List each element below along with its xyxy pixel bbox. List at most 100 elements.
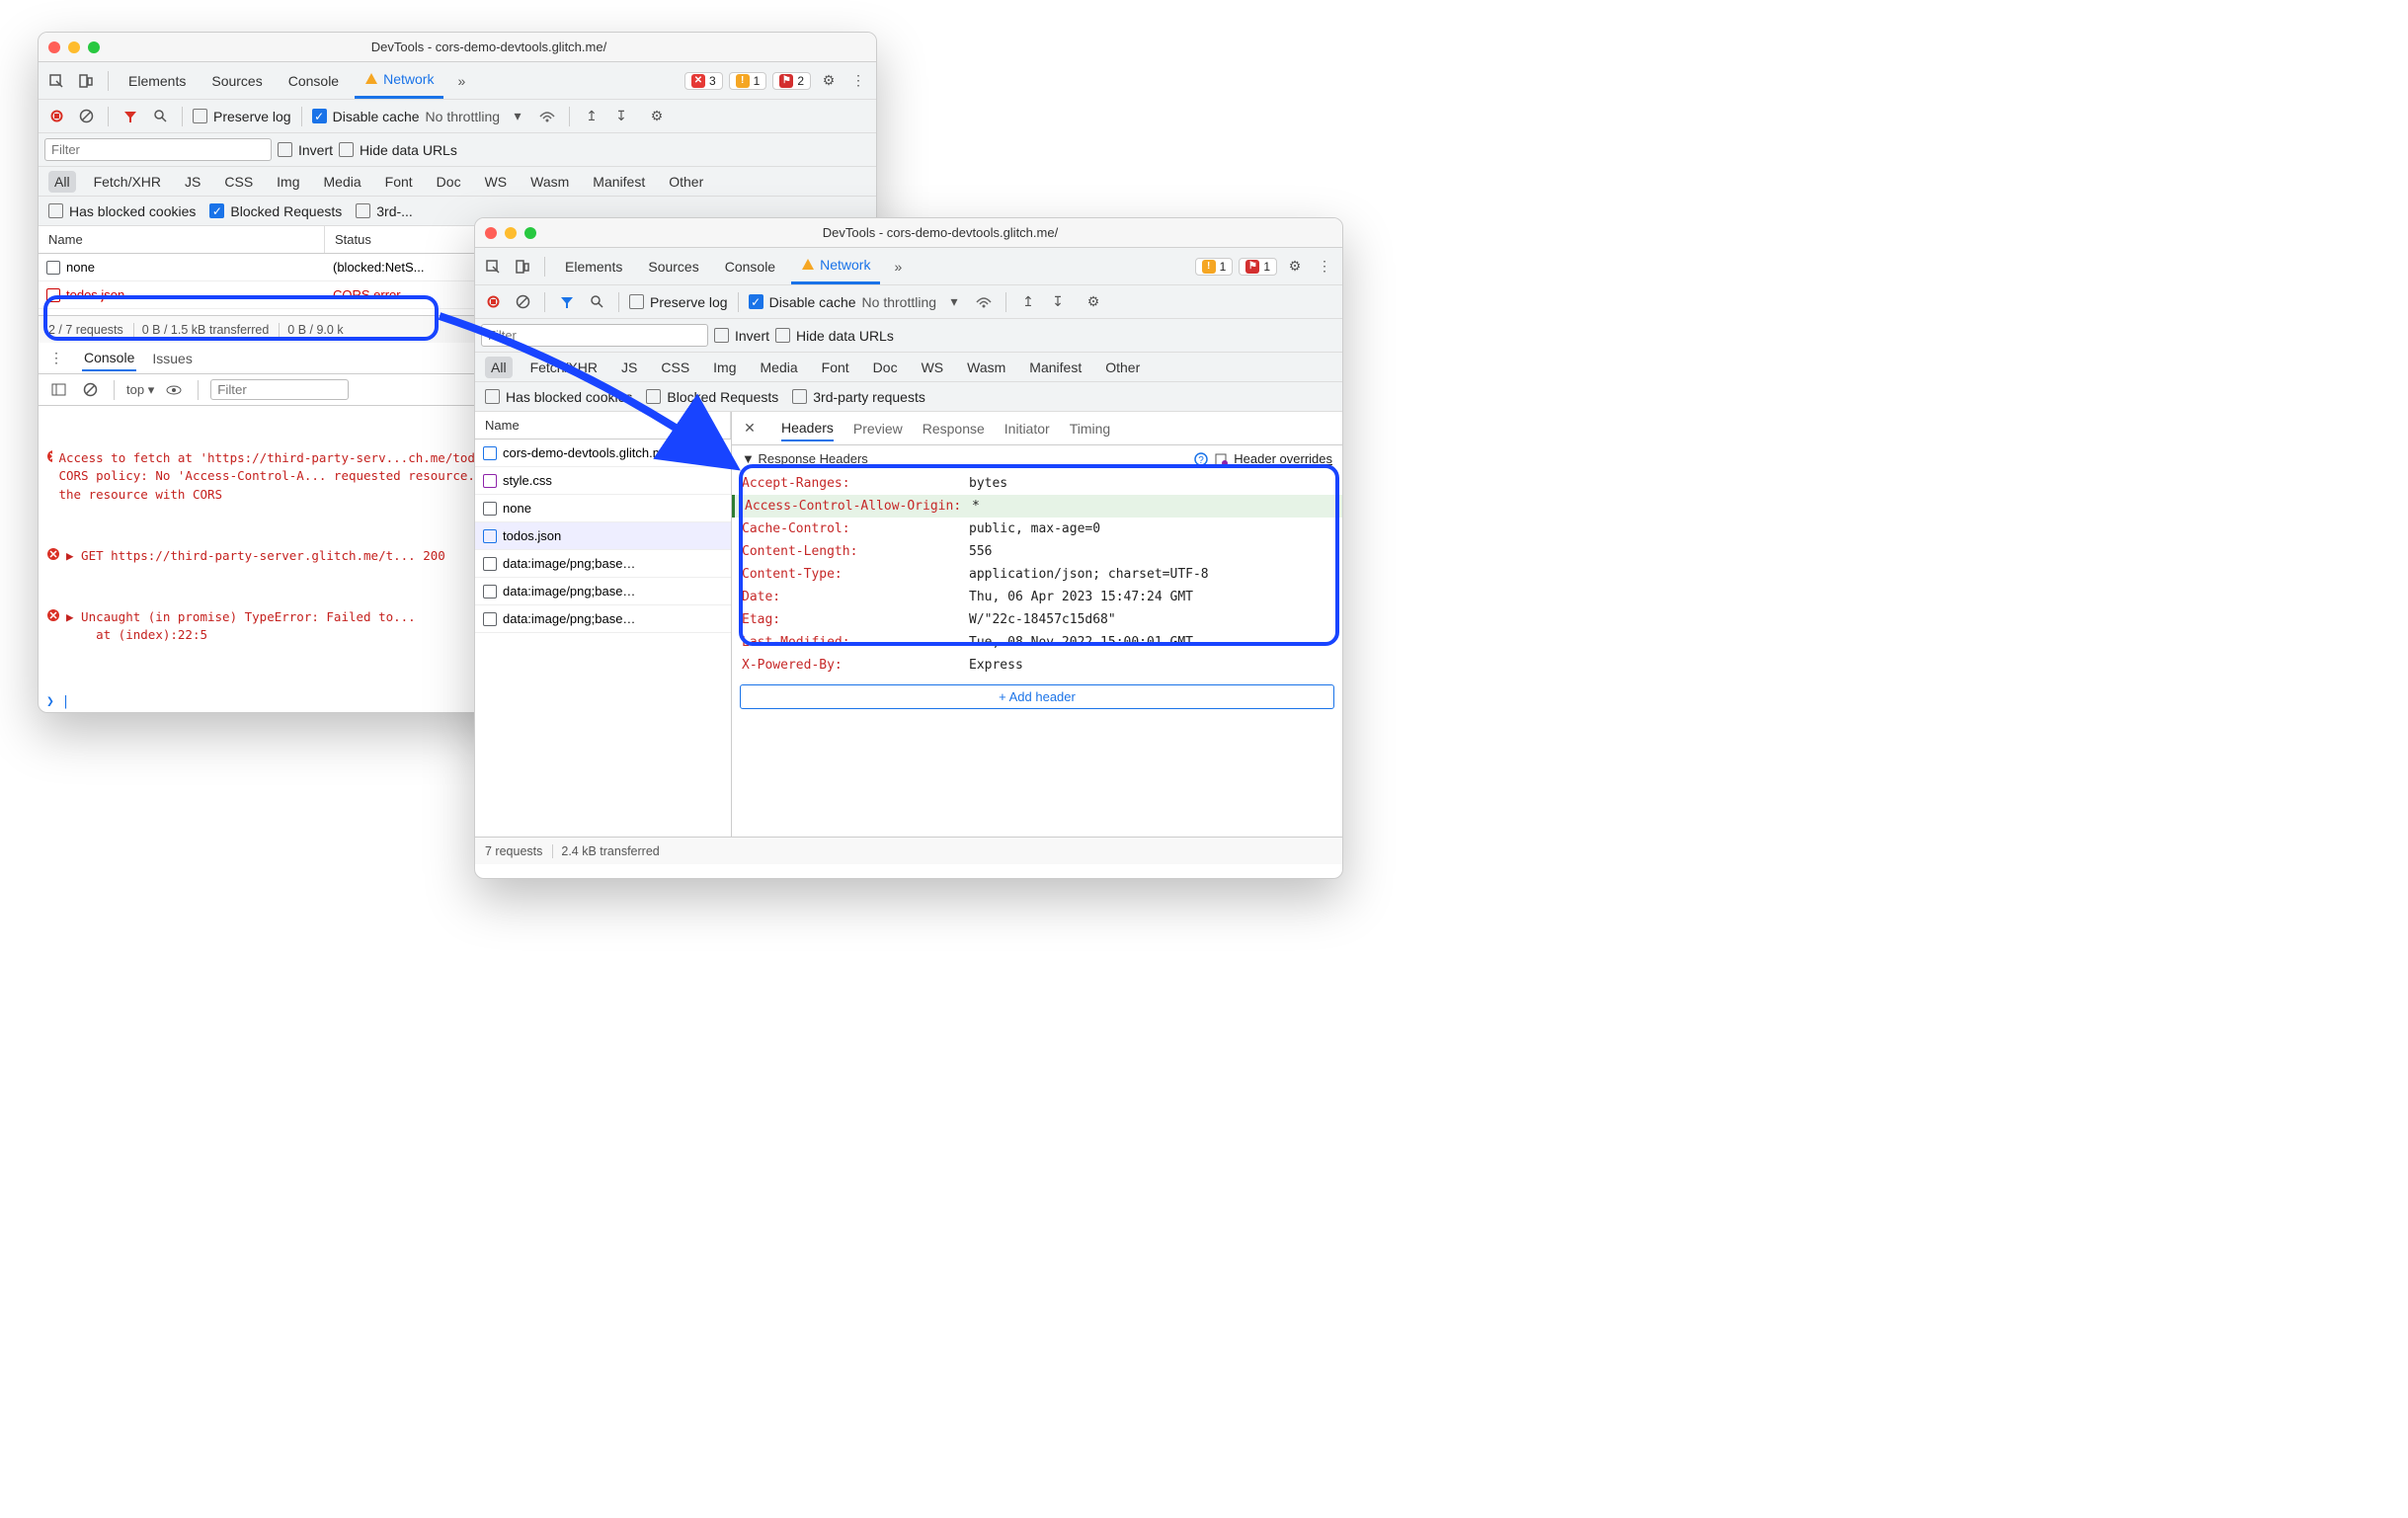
filter-img[interactable]: Img	[271, 171, 305, 193]
add-header-button[interactable]: + Add header	[740, 684, 1334, 709]
upload-icon[interactable]: ↥	[580, 105, 603, 128]
network-settings-icon[interactable]: ⚙	[1082, 290, 1105, 314]
filter-doc[interactable]: Doc	[431, 171, 467, 193]
preserve-log-checkbox[interactable]: Preserve log	[193, 109, 291, 124]
filter-icon[interactable]	[555, 290, 579, 314]
warning-badge[interactable]: !1	[1195, 258, 1234, 276]
filter-input[interactable]	[481, 324, 708, 347]
help-icon[interactable]: ?	[1194, 452, 1208, 466]
filter-other[interactable]: Other	[663, 171, 709, 193]
clear-icon[interactable]	[74, 105, 98, 128]
tab-sources[interactable]: Sources	[201, 62, 272, 99]
tab-issues[interactable]: Issues	[150, 347, 194, 370]
device-icon[interactable]	[511, 255, 534, 279]
tab-network[interactable]: Network	[791, 248, 880, 284]
filter-manifest[interactable]: Manifest	[587, 171, 651, 193]
filter-all[interactable]: All	[48, 171, 76, 193]
filter-wasm[interactable]: Wasm	[961, 357, 1011, 378]
tab-timing[interactable]: Timing	[1070, 417, 1111, 440]
wifi-icon[interactable]	[535, 105, 559, 128]
kebab-icon[interactable]: ⋮	[846, 69, 870, 93]
filter-css[interactable]: CSS	[655, 357, 695, 378]
blocked-requests-checkbox[interactable]: Blocked Requests	[646, 389, 778, 405]
filter-js[interactable]: JS	[179, 171, 206, 193]
header-row[interactable]: Content-Type:application/json; charset=U…	[732, 563, 1342, 586]
disable-cache-checkbox[interactable]: ✓Disable cache	[749, 294, 856, 310]
list-item[interactable]: style.css	[475, 467, 731, 495]
tab-preview[interactable]: Preview	[853, 417, 903, 440]
clear-icon[interactable]	[78, 378, 102, 402]
col-name[interactable]: Name	[475, 412, 731, 439]
search-icon[interactable]	[585, 290, 608, 314]
close-icon[interactable]: ✕	[738, 417, 762, 440]
filter-font[interactable]: Font	[379, 171, 419, 193]
invert-checkbox[interactable]: Invert	[278, 142, 333, 158]
zoom-icon[interactable]	[524, 227, 536, 239]
chevron-down-icon[interactable]: ▾	[506, 105, 529, 128]
close-icon[interactable]	[485, 227, 497, 239]
upload-icon[interactable]: ↥	[1016, 290, 1040, 314]
titlebar[interactable]: DevTools - cors-demo-devtools.glitch.me/	[475, 218, 1342, 248]
filter-img[interactable]: Img	[707, 357, 742, 378]
download-icon[interactable]: ↧	[609, 105, 633, 128]
tab-network[interactable]: Network	[355, 62, 443, 99]
tab-headers[interactable]: Headers	[781, 416, 834, 441]
more-tabs-icon[interactable]: »	[449, 69, 473, 93]
header-row[interactable]: X-Powered-By:Express	[732, 654, 1342, 677]
wifi-icon[interactable]	[972, 290, 996, 314]
list-item[interactable]: data:image/png;base…	[475, 578, 731, 605]
filter-doc[interactable]: Doc	[867, 357, 904, 378]
header-row[interactable]: Accept-Ranges:bytes	[732, 472, 1342, 495]
header-row[interactable]: Last-Modified:Tue, 08 Nov 2022 15:00:01 …	[732, 631, 1342, 654]
inspect-icon[interactable]	[44, 69, 68, 93]
filter-wasm[interactable]: Wasm	[524, 171, 575, 193]
close-icon[interactable]	[48, 41, 60, 53]
throttling-select[interactable]: No throttling	[426, 109, 500, 124]
minimize-icon[interactable]	[68, 41, 80, 53]
tab-console[interactable]: Console	[715, 248, 785, 284]
filter-font[interactable]: Font	[816, 357, 855, 378]
minimize-icon[interactable]	[505, 227, 517, 239]
tab-response[interactable]: Response	[923, 417, 985, 440]
tab-initiator[interactable]: Initiator	[1004, 417, 1050, 440]
header-row[interactable]: Content-Length:556	[732, 540, 1342, 563]
titlebar[interactable]: DevTools - cors-demo-devtools.glitch.me/	[39, 33, 876, 62]
tab-elements[interactable]: Elements	[555, 248, 632, 284]
filter-ws[interactable]: WS	[916, 357, 950, 378]
clear-icon[interactable]	[511, 290, 534, 314]
context-select[interactable]: top ▾	[126, 382, 154, 398]
response-headers-section[interactable]: ▼ Response Headers ? Header overrides	[732, 445, 1342, 472]
header-row[interactable]: Cache-Control:public, max-age=0	[732, 518, 1342, 540]
network-settings-icon[interactable]: ⚙	[645, 105, 669, 128]
list-item[interactable]: cors-demo-devtools.glitch.me	[475, 439, 731, 467]
warning-badge[interactable]: !1	[729, 72, 767, 90]
hide-data-urls-checkbox[interactable]: Hide data URLs	[339, 142, 457, 158]
filter-input[interactable]	[44, 138, 272, 161]
filter-all[interactable]: All	[485, 357, 513, 378]
third-party-checkbox[interactable]: 3rd-...	[356, 203, 413, 219]
filter-fetch[interactable]: Fetch/XHR	[88, 171, 167, 193]
filter-css[interactable]: CSS	[218, 171, 259, 193]
header-row[interactable]: Date:Thu, 06 Apr 2023 15:47:24 GMT	[732, 586, 1342, 608]
issues-badge[interactable]: ⚑2	[772, 72, 811, 90]
kebab-icon[interactable]: ⋮	[1313, 255, 1336, 279]
third-party-checkbox[interactable]: 3rd-party requests	[792, 389, 925, 405]
invert-checkbox[interactable]: Invert	[714, 328, 769, 344]
header-row[interactable]: Etag:W/"22c-18457c15d68"	[732, 608, 1342, 631]
blocked-cookies-checkbox[interactable]: Has blocked cookies	[485, 389, 632, 405]
throttling-select[interactable]: No throttling	[862, 294, 936, 310]
disable-cache-checkbox[interactable]: ✓Disable cache	[312, 109, 420, 124]
device-icon[interactable]	[74, 69, 98, 93]
header-row-highlighted[interactable]: Access-Control-Allow-Origin:*	[732, 495, 1342, 518]
inspect-icon[interactable]	[481, 255, 505, 279]
record-icon[interactable]	[44, 105, 68, 128]
issues-badge[interactable]: ⚑1	[1239, 258, 1277, 276]
blocked-requests-checkbox[interactable]: ✓Blocked Requests	[209, 203, 342, 219]
filter-ws[interactable]: WS	[479, 171, 514, 193]
search-icon[interactable]	[148, 105, 172, 128]
chevron-down-icon[interactable]: ▾	[942, 290, 966, 314]
settings-icon[interactable]: ⚙	[817, 69, 841, 93]
list-item[interactable]: data:image/png;base…	[475, 550, 731, 578]
settings-icon[interactable]: ⚙	[1283, 255, 1307, 279]
header-overrides-link[interactable]: Header overrides	[1234, 451, 1332, 466]
